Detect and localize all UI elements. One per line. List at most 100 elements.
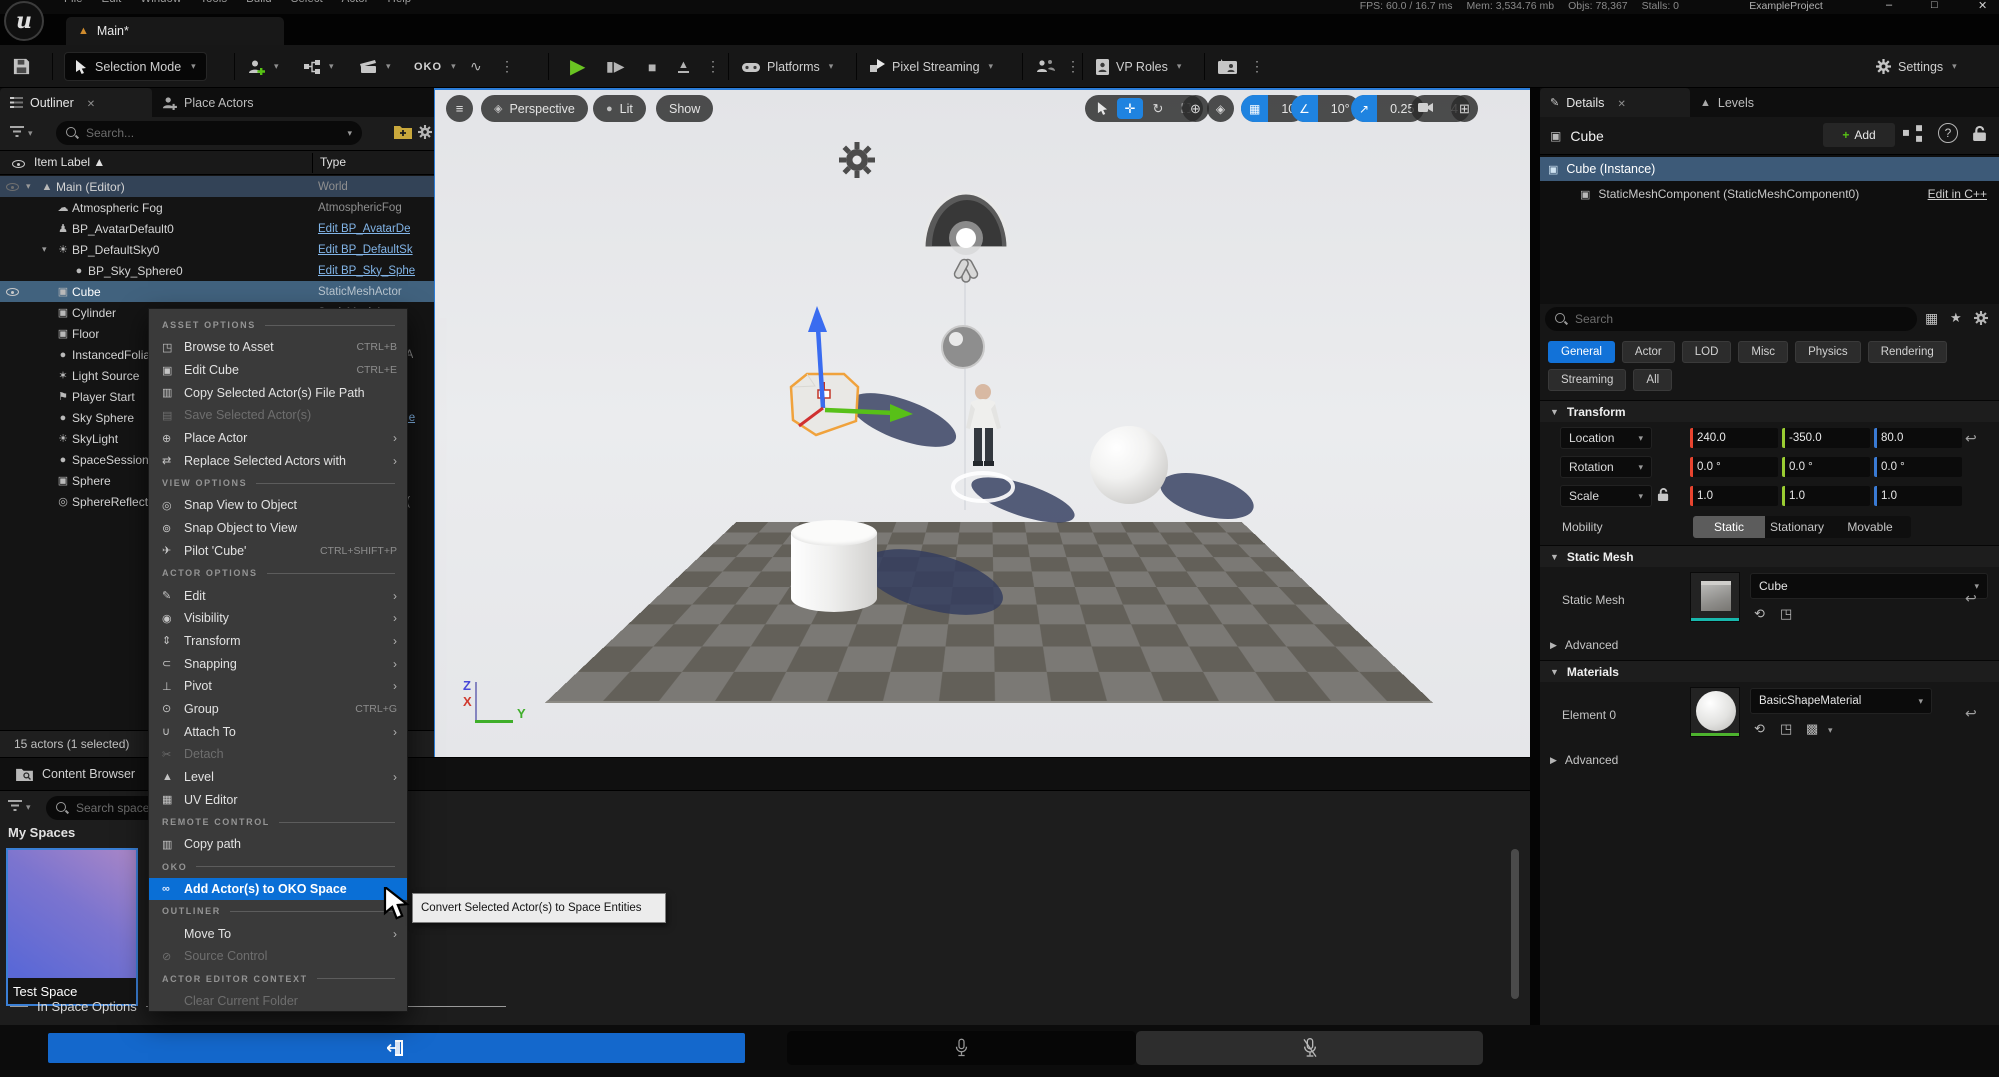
mobility-static-button[interactable]: Static bbox=[1693, 516, 1765, 538]
use-selected-asset-icon[interactable]: ⟲ bbox=[1754, 606, 1765, 622]
eject-button[interactable]: ▲ bbox=[678, 52, 689, 81]
rotation-snap-control[interactable]: ∠ 10° bbox=[1291, 95, 1360, 122]
tab-levels[interactable]: ▲ Levels bbox=[1690, 88, 1764, 117]
cinematics-button[interactable] bbox=[360, 52, 391, 81]
perspective-dropdown[interactable]: ◈ Perspective bbox=[481, 95, 588, 122]
show-flags-dropdown[interactable]: Show bbox=[656, 95, 713, 122]
add-component-button[interactable]: + Add bbox=[1823, 123, 1895, 147]
rotation-z-field[interactable]: 0.0 ° bbox=[1874, 457, 1962, 477]
materials-section-header[interactable]: ▼ Materials bbox=[1540, 660, 1999, 682]
scale-snap-icon[interactable]: ↗ bbox=[1351, 95, 1377, 122]
mobility-movable-button[interactable]: Movable bbox=[1829, 516, 1911, 538]
location-z-field[interactable]: 80.0 bbox=[1874, 428, 1962, 448]
menu-build[interactable]: Build bbox=[246, 0, 272, 5]
sphere-actor[interactable] bbox=[1090, 426, 1168, 504]
edit-blueprint-link[interactable]: Edit BP_Sky_Sphe bbox=[318, 265, 415, 277]
edit-blueprint-link[interactable]: Edit BP_AvatarDe bbox=[318, 223, 410, 235]
add-actor-button[interactable] bbox=[248, 52, 279, 81]
settings-dropdown[interactable]: Settings bbox=[1876, 52, 1957, 81]
rotate-tool-icon[interactable]: ↻ bbox=[1145, 98, 1171, 119]
category-streaming[interactable]: Streaming bbox=[1548, 369, 1626, 391]
menu-item-level[interactable]: ▲ Level bbox=[149, 766, 407, 789]
filter-chevron-icon[interactable]: ▾ bbox=[28, 128, 33, 139]
filter-icon[interactable] bbox=[10, 126, 24, 141]
favorites-star-icon[interactable]: ★ bbox=[1950, 310, 1962, 326]
browse-to-asset-icon[interactable]: ◳ bbox=[1780, 606, 1792, 622]
scale-dropdown[interactable]: Scale bbox=[1560, 485, 1652, 507]
oko-toolbar-dropdown[interactable]: OKO bbox=[414, 52, 456, 81]
world-local-space-toggle[interactable]: ⊕ bbox=[1182, 95, 1209, 122]
menu-file[interactable]: File bbox=[64, 0, 83, 5]
tab-details[interactable]: ✎ Details bbox=[1540, 88, 1690, 117]
component-row-cube-instance[interactable]: ▣ Cube (Instance) bbox=[1540, 157, 1999, 181]
menu-item-group[interactable]: ⊙ Group CTRL+G bbox=[149, 698, 407, 721]
eye-icon[interactable] bbox=[6, 285, 20, 298]
scale-x-field[interactable]: 1.0 bbox=[1690, 486, 1778, 506]
stop-button[interactable]: ■ bbox=[648, 52, 656, 81]
menu-tools[interactable]: Tools bbox=[200, 0, 227, 5]
menu-help[interactable]: Help bbox=[388, 0, 412, 5]
platforms-dropdown[interactable]: Platforms bbox=[742, 52, 833, 81]
spaces-scrollbar[interactable] bbox=[1511, 849, 1519, 999]
outliner-row-bp-defaultsky[interactable]: ▾ ☀ BP_DefaultSky0 Edit BP_DefaultSk bbox=[0, 239, 434, 260]
menu-item-copy-path[interactable]: ▥ Copy path bbox=[149, 833, 407, 856]
space-card-test-space[interactable]: Test Space bbox=[6, 848, 138, 1006]
menu-item-transform[interactable]: ⇕ Transform bbox=[149, 630, 407, 653]
scale-lock-icon[interactable] bbox=[1657, 487, 1670, 505]
outliner-row-atmospheric-fog[interactable]: ☁ Atmospheric Fog AtmosphericFog bbox=[0, 197, 434, 218]
mic-on-button[interactable] bbox=[787, 1031, 1136, 1065]
menu-window[interactable]: Window bbox=[140, 0, 181, 5]
play-button[interactable]: ▶ bbox=[570, 52, 585, 81]
menu-item-snap-view-to-object[interactable]: ◎ Snap View to Object bbox=[149, 494, 407, 517]
grid-snap-icon[interactable]: ▦ bbox=[1241, 95, 1268, 122]
use-selected-asset-icon[interactable]: ⟲ bbox=[1754, 721, 1765, 737]
render-viewer-button[interactable] bbox=[1218, 52, 1237, 81]
render-viewer-options[interactable] bbox=[1250, 52, 1264, 81]
help-icon[interactable]: ? bbox=[1938, 123, 1958, 143]
minimize-button[interactable]: – bbox=[1886, 0, 1892, 11]
category-lod[interactable]: LOD bbox=[1682, 341, 1732, 363]
menu-item-pilot-cube[interactable]: ✈ Pilot 'Cube' CTRL+SHIFT+P bbox=[149, 540, 407, 563]
multi-user-options[interactable] bbox=[1066, 52, 1080, 81]
static-mesh-thumbnail[interactable] bbox=[1690, 572, 1740, 622]
outliner-row-bp-sky-sphere[interactable]: ● BP_Sky_Sphere0 Edit BP_Sky_Sphe bbox=[0, 260, 434, 281]
scale-y-field[interactable]: 1.0 bbox=[1782, 486, 1870, 506]
outliner-row-bp-avatar[interactable]: ♟ BP_AvatarDefault0 Edit BP_AvatarDe bbox=[0, 218, 434, 239]
location-y-field[interactable]: -350.0 bbox=[1782, 428, 1870, 448]
rotation-dropdown[interactable]: Rotation bbox=[1560, 456, 1652, 478]
surface-snapping-toggle[interactable]: ◈ bbox=[1207, 95, 1234, 122]
mobility-stationary-button[interactable]: Stationary bbox=[1765, 516, 1829, 538]
reset-static-mesh-icon[interactable]: ↩ bbox=[1965, 590, 1977, 607]
menu-item-browse-to-asset[interactable]: ◳ Browse to Asset CTRL+B bbox=[149, 336, 407, 359]
menu-item-snap-object-to-view[interactable]: ⊚ Snap Object to View bbox=[149, 517, 407, 540]
spaces-filter-chevron-icon[interactable]: ▾ bbox=[26, 802, 31, 813]
tab-outliner[interactable]: Outliner bbox=[0, 88, 152, 117]
close-tab-icon[interactable] bbox=[81, 96, 95, 110]
unlock-icon[interactable] bbox=[1972, 125, 1987, 145]
category-physics[interactable]: Physics bbox=[1795, 341, 1861, 363]
menu-item-snapping[interactable]: ⊂ Snapping bbox=[149, 652, 407, 675]
transform-section-header[interactable]: ▼ Transform bbox=[1540, 400, 1999, 422]
play-options-menu[interactable] bbox=[706, 52, 720, 81]
menu-item-uv-editor[interactable]: ▦ UV Editor bbox=[149, 788, 407, 811]
menu-actor[interactable]: Actor bbox=[342, 0, 369, 5]
details-settings-gear-icon[interactable] bbox=[1974, 311, 1988, 328]
material-dropdown[interactable]: BasicShapeMaterial bbox=[1750, 688, 1932, 714]
edit-blueprint-link[interactable]: Edit BP_DefaultSk bbox=[318, 244, 413, 256]
menu-item-replace-actors[interactable]: ⇄ Replace Selected Actors with bbox=[149, 449, 407, 472]
move-tool-icon[interactable]: ✛ bbox=[1117, 98, 1143, 119]
menu-select[interactable]: Select bbox=[291, 0, 323, 5]
toolbar-overflow-menu[interactable] bbox=[500, 52, 514, 81]
static-mesh-section-header[interactable]: ▼ Static Mesh bbox=[1540, 545, 1999, 567]
expand-caret-icon[interactable]: ▾ bbox=[42, 244, 54, 255]
close-button[interactable]: ✕ bbox=[1978, 0, 1987, 12]
details-search-input[interactable]: Search bbox=[1545, 307, 1917, 331]
static-mesh-advanced-row[interactable]: ▶ Advanced bbox=[1540, 635, 1999, 655]
category-actor[interactable]: Actor bbox=[1622, 341, 1675, 363]
vp-roles-dropdown[interactable]: VP Roles bbox=[1096, 52, 1181, 81]
material-thumbnail[interactable] bbox=[1690, 687, 1740, 737]
mic-muted-button[interactable] bbox=[1136, 1031, 1483, 1065]
blueprints-button[interactable] bbox=[304, 52, 334, 81]
eye-icon[interactable] bbox=[6, 180, 20, 193]
menu-item-pivot[interactable]: ⊥ Pivot bbox=[149, 675, 407, 698]
